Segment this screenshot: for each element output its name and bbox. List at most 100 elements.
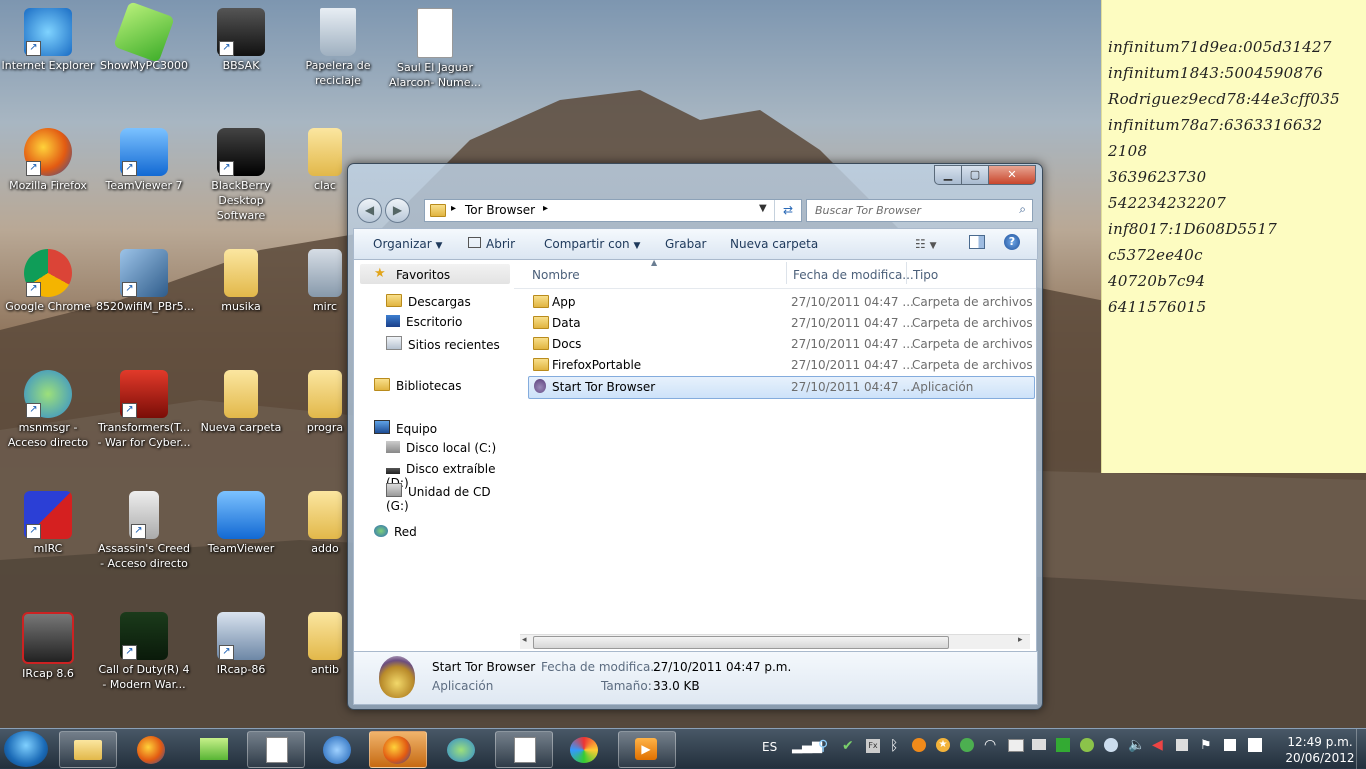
- desktop-icon-showmypc[interactable]: ShowMyPC3000: [96, 1, 192, 73]
- file-row[interactable]: Docs 27/10/2011 04:47 ... Carpeta de arc…: [529, 334, 1034, 355]
- icon-label: Internet Explorer: [1, 59, 95, 72]
- nav-favorites[interactable]: ★ Favoritos: [360, 264, 510, 284]
- desktop-icon-mirc[interactable]: ↗ mIRC: [0, 491, 96, 556]
- taskbar-showmypc-button[interactable]: [185, 731, 243, 768]
- new-folder-button[interactable]: Nueva carpeta: [730, 237, 818, 251]
- nav-desktop[interactable]: Escritorio: [386, 315, 462, 329]
- file-row[interactable]: Data 27/10/2011 04:47 ... Carpeta de arc…: [529, 313, 1034, 334]
- address-bar[interactable]: ▸ Tor Browser ▸ ▼ ⇄: [424, 199, 802, 222]
- column-header-date[interactable]: Fecha de modifica...: [793, 268, 914, 282]
- tray-skype-icon[interactable]: [1104, 738, 1118, 752]
- tray-network-icon[interactable]: [1176, 739, 1188, 751]
- nav-disk-g[interactable]: Unidad de CD (G:): [386, 483, 514, 513]
- tray-bluetooth-icon[interactable]: ᛒ: [890, 738, 898, 754]
- taskbar-explorer-button[interactable]: [59, 731, 117, 768]
- desktop-icon-8520wifi[interactable]: ↗ 8520wifiM_PBr5...: [96, 249, 194, 314]
- scroll-left-icon[interactable]: ◂: [522, 635, 527, 645]
- desktop-icon-teamviewer[interactable]: TeamViewer: [193, 491, 289, 556]
- taskbar-firefox-button[interactable]: [123, 731, 181, 768]
- refresh-icon[interactable]: ⇄: [774, 200, 801, 221]
- nav-recent[interactable]: Sitios recientes: [386, 336, 500, 352]
- taskbar-firefox-active-button[interactable]: [369, 731, 427, 768]
- close-button[interactable]: ✕: [988, 165, 1036, 185]
- nav-libraries[interactable]: Bibliotecas: [374, 378, 461, 393]
- tray-app-icon[interactable]: Fx: [866, 739, 880, 753]
- tray-drive-icon[interactable]: [1032, 739, 1046, 750]
- organize-button[interactable]: Organizar ▼: [373, 237, 442, 251]
- tray-green-icon[interactable]: [1056, 738, 1070, 752]
- horizontal-scrollbar[interactable]: ◂ ▸: [520, 634, 1030, 649]
- tray-wifi-icon[interactable]: ◠: [984, 737, 996, 753]
- desktop-icon-bbsak[interactable]: ↗ BBSAK: [193, 8, 289, 73]
- burn-button[interactable]: Grabar: [665, 237, 707, 251]
- file-row[interactable]: App 27/10/2011 04:47 ... Carpeta de arch…: [529, 292, 1034, 313]
- tray-display-icon[interactable]: [1248, 738, 1262, 752]
- taskbar-media-player-button[interactable]: ▶: [618, 731, 676, 768]
- tray-star-icon[interactable]: ★: [936, 738, 950, 752]
- language-indicator[interactable]: ES: [762, 740, 777, 754]
- desktop-icon-blackberry[interactable]: ↗ BlackBerry Desktop Software: [193, 128, 289, 223]
- desktop-icon-ircap-86[interactable]: ↗ IRcap-86: [193, 612, 289, 677]
- help-icon[interactable]: ?: [1004, 234, 1020, 250]
- clock[interactable]: 12:49 p.m. 20/06/2012: [1278, 734, 1362, 766]
- taskbar-document-button[interactable]: [247, 731, 305, 768]
- file-date: 27/10/2011 04:47 ...: [791, 337, 914, 351]
- nav-disk-c[interactable]: Disco local (C:): [386, 441, 496, 455]
- desktop-icon-teamviewer7[interactable]: ↗ TeamViewer 7: [96, 128, 192, 193]
- desktop-icon-ircap86[interactable]: IRcap 8.6: [0, 612, 96, 681]
- tray-globe-icon[interactable]: [960, 738, 974, 752]
- file-row[interactable]: FirefoxPortable 27/10/2011 04:47 ... Car…: [529, 355, 1034, 376]
- maximize-button[interactable]: ▢: [961, 165, 989, 185]
- desktop-icon-call-of-duty[interactable]: ↗ Call of Duty(R) 4 - Modern War...: [96, 612, 192, 692]
- desktop-icon-recycle-bin[interactable]: Papelera de reciclaje: [290, 8, 386, 88]
- back-button[interactable]: ◀: [357, 198, 382, 223]
- desktop-icon-chrome[interactable]: ↗ Google Chrome: [0, 249, 96, 314]
- address-dropdown-icon[interactable]: ▼: [759, 203, 767, 214]
- taskbar-itunes-button[interactable]: [309, 731, 367, 768]
- tray-muted-icon[interactable]: ◀: [1152, 737, 1163, 753]
- taskbar-paint-button[interactable]: [556, 731, 614, 768]
- taskbar-messenger-button[interactable]: [432, 731, 490, 768]
- tray-device-icon[interactable]: [1224, 739, 1236, 751]
- tray-chat-icon[interactable]: [1080, 738, 1094, 752]
- nav-downloads[interactable]: Descargas: [386, 294, 471, 309]
- breadcrumb-arrow-icon[interactable]: ▸: [543, 203, 548, 214]
- nav-computer[interactable]: Equipo: [374, 420, 437, 436]
- desktop-icon-saul-video[interactable]: Saul El Jaguar Alarcon- Nume...: [387, 8, 483, 90]
- taskbar-video-button[interactable]: [495, 731, 553, 768]
- tray-bluetooth-icon[interactable]: ⚲: [818, 738, 828, 754]
- desktop-icon-internet-explorer[interactable]: ↗ Internet Explorer: [0, 8, 96, 73]
- view-options-icon[interactable]: ☷ ▼: [915, 237, 937, 251]
- desktop-icon-musika[interactable]: musika: [193, 249, 289, 314]
- desktop-icon-assassins-creed[interactable]: ↗ Assassin's Creed - Acceso directo: [96, 491, 192, 571]
- breadcrumb-tor-browser[interactable]: Tor Browser: [465, 203, 535, 217]
- preview-pane-icon[interactable]: [969, 235, 985, 249]
- breadcrumb-arrow-icon[interactable]: ▸: [451, 203, 456, 214]
- show-desktop-button[interactable]: [1356, 729, 1366, 769]
- open-button[interactable]: Abrir: [468, 237, 515, 251]
- file-row-selected[interactable]: Start Tor Browser 27/10/2011 04:47 ... A…: [528, 376, 1035, 399]
- column-header-name[interactable]: Nombre: [532, 268, 580, 282]
- tray-monitor-icon[interactable]: [1008, 739, 1024, 752]
- sticky-note[interactable]: infinitum71d9ea:005d31427 infinitum1843:…: [1101, 0, 1366, 473]
- tray-orange-icon[interactable]: [912, 738, 926, 752]
- share-button[interactable]: Compartir con ▼: [544, 237, 640, 251]
- clock-time: 12:49 p.m.: [1287, 735, 1353, 749]
- tray-flag-icon[interactable]: ⚑: [1200, 738, 1212, 753]
- scroll-right-icon[interactable]: ▸: [1018, 635, 1023, 645]
- desktop-icon-firefox[interactable]: ↗ Mozilla Firefox: [0, 128, 96, 193]
- desktop-icon-transformers[interactable]: ↗ Transformers(T... - War for Cyber...: [96, 370, 192, 450]
- start-button[interactable]: [4, 731, 48, 767]
- search-icon[interactable]: ⌕: [1019, 202, 1026, 217]
- scrollbar-thumb[interactable]: [533, 636, 949, 649]
- search-input[interactable]: Buscar Tor Browser: [815, 204, 921, 217]
- nav-network[interactable]: Red: [374, 525, 417, 539]
- search-box[interactable]: Buscar Tor Browser ⌕: [806, 199, 1033, 222]
- minimize-button[interactable]: ▁: [934, 165, 962, 185]
- tray-check-icon[interactable]: ✔: [842, 738, 854, 754]
- tray-volume-icon[interactable]: 🔈: [1128, 737, 1145, 753]
- column-header-type[interactable]: Tipo: [913, 268, 938, 282]
- desktop-icon-nueva-carpeta[interactable]: Nueva carpeta: [193, 370, 289, 435]
- forward-button[interactable]: ▶: [385, 198, 410, 223]
- desktop-icon-msnmsgr[interactable]: ↗ msnmsgr - Acceso directo: [0, 370, 96, 450]
